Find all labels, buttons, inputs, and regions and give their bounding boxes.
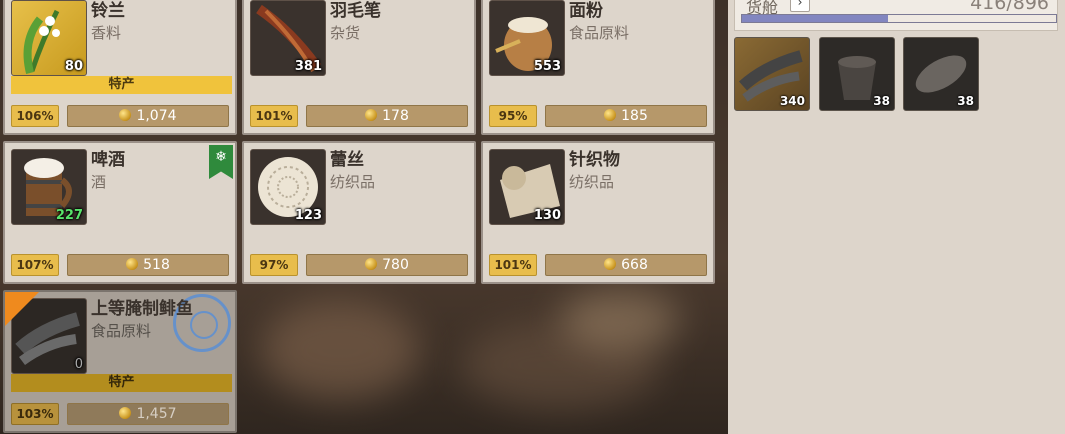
cargo-item-salted-herring[interactable]: 340 [734, 37, 810, 111]
price-button[interactable]: 178 [306, 105, 468, 127]
price-percent: 103% [11, 403, 59, 425]
item-name: 铃兰 [91, 1, 125, 21]
cargo-count: 416/896 [970, 0, 1049, 14]
item-category: 酒 [91, 173, 107, 191]
item-name: 羽毛笔 [330, 1, 381, 21]
price-button[interactable]: 668 [545, 254, 707, 276]
cargo-item-qty: 38 [957, 94, 974, 108]
snowflake-icon: ❄ [209, 145, 233, 179]
goods-card-lily[interactable]: 80 铃兰 香料 特产 106% 1,074 [3, 0, 237, 135]
specialty-banner: 特产 [11, 76, 232, 94]
item-quantity: 381 [294, 59, 322, 74]
knitwear-icon: 130 [489, 149, 565, 225]
price-value: 1,074 [136, 108, 177, 124]
cargo-header: 货舱 › 416/896 [734, 0, 1058, 31]
item-name: 针织物 [569, 150, 620, 170]
price-value: 518 [143, 257, 170, 273]
coin-icon [365, 258, 378, 270]
item-name: 面粉 [569, 1, 603, 21]
goods-card-flour[interactable]: 553 面粉 食品原料 95% 185 [481, 0, 715, 135]
coin-icon [126, 258, 139, 270]
cargo-progress-bar [741, 14, 1057, 23]
price-button[interactable]: 780 [306, 254, 468, 276]
item-category: 纺织品 [330, 173, 376, 191]
goods-card-beer[interactable]: 227 ❄ 啤酒 酒 107% 518 [3, 141, 237, 284]
cargo-item-bread[interactable]: 38 [903, 37, 979, 111]
price-percent: 101% [489, 254, 537, 276]
price-button[interactable]: 185 [545, 105, 707, 127]
price-value: 668 [621, 257, 648, 273]
price-percent: 106% [11, 105, 59, 127]
item-quantity: 80 [64, 59, 83, 74]
item-quantity: 553 [533, 59, 561, 74]
coin-icon [365, 109, 378, 121]
cargo-item-qty: 340 [779, 94, 805, 108]
cargo-panel: 货舱 › 416/896 340 38 38 [728, 0, 1065, 434]
item-name: 啤酒 [91, 150, 125, 170]
price-button[interactable]: 1,074 [67, 105, 229, 127]
price-percent: 95% [489, 105, 537, 127]
price-button[interactable]: 518 [67, 254, 229, 276]
cargo-progress-fill [742, 15, 889, 22]
item-name: 上等腌制鲱鱼 [91, 299, 193, 319]
coin-icon [119, 407, 132, 419]
flour-sack-icon: 553 [489, 0, 565, 76]
price-value: 1,457 [136, 406, 177, 422]
item-category: 杂货 [330, 24, 361, 42]
price-value: 780 [382, 257, 409, 273]
cargo-item-qty: 38 [873, 94, 890, 108]
salted-herring-icon: 0 [11, 298, 87, 374]
item-quantity: 123 [294, 208, 322, 223]
price-button[interactable]: 1,457 [67, 403, 229, 425]
item-quantity: 130 [533, 208, 561, 223]
item-name: 蕾丝 [330, 150, 364, 170]
price-percent: 101% [250, 105, 298, 127]
quill-icon: 381 [250, 0, 326, 76]
goods-card-salted-herring[interactable]: 0 上等腌制鲱鱼 食品原料 特产 103% 1,457 [3, 290, 237, 433]
price-value: 185 [621, 108, 648, 124]
item-quantity: 227 [55, 208, 83, 223]
coin-icon [604, 109, 617, 121]
item-category: 香料 [91, 24, 122, 42]
item-category: 纺织品 [569, 173, 615, 191]
coin-icon [119, 109, 132, 121]
lace-icon: 123 [250, 149, 326, 225]
goods-card-quill[interactable]: 381 羽毛笔 杂货 101% 178 [242, 0, 476, 135]
specialty-banner: 特产 [11, 374, 232, 392]
price-percent: 107% [11, 254, 59, 276]
beer-mug-icon: 227 [11, 149, 87, 225]
item-category: 食品原料 [91, 322, 152, 340]
coin-icon [604, 258, 617, 270]
item-quantity: 0 [74, 357, 83, 372]
item-category: 食品原料 [569, 24, 630, 42]
goods-card-lace[interactable]: 123 蕾丝 纺织品 97% 780 [242, 141, 476, 284]
lily-of-valley-icon: 80 [11, 0, 87, 76]
cargo-item-bucket[interactable]: 38 [819, 37, 895, 111]
price-percent: 97% [250, 254, 298, 276]
chevron-right-icon[interactable]: › [790, 0, 810, 12]
price-value: 178 [382, 108, 409, 124]
goods-card-knitwear[interactable]: 130 针织物 纺织品 101% 668 [481, 141, 715, 284]
